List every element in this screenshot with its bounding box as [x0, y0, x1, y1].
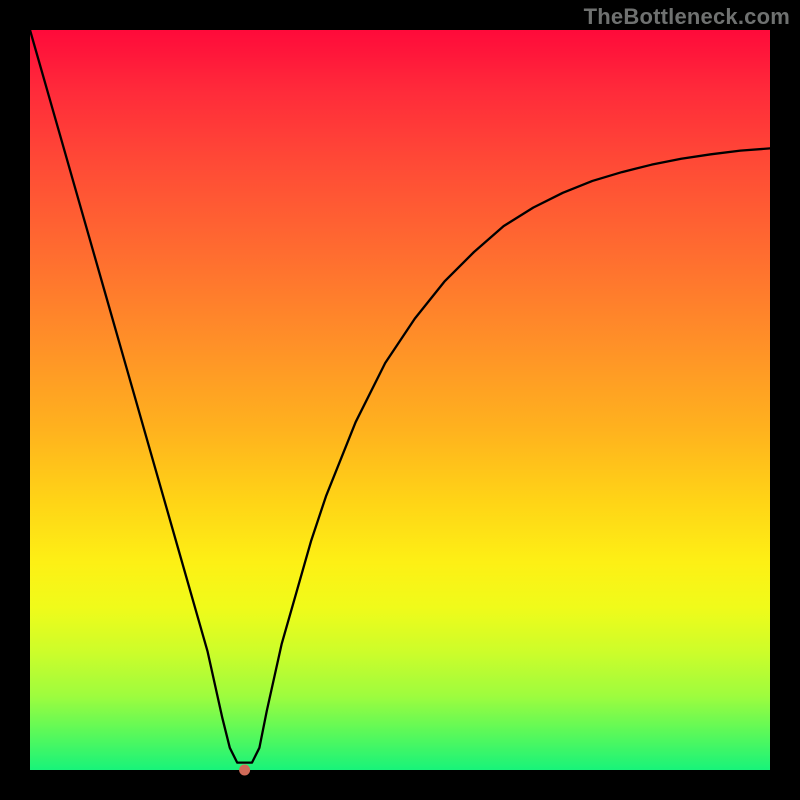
min-marker — [240, 765, 250, 775]
plot-svg — [30, 30, 770, 770]
watermark-text: TheBottleneck.com — [584, 4, 790, 30]
plot-area — [30, 30, 770, 770]
bottleneck-curve — [30, 30, 770, 763]
chart-frame: TheBottleneck.com — [0, 0, 800, 800]
